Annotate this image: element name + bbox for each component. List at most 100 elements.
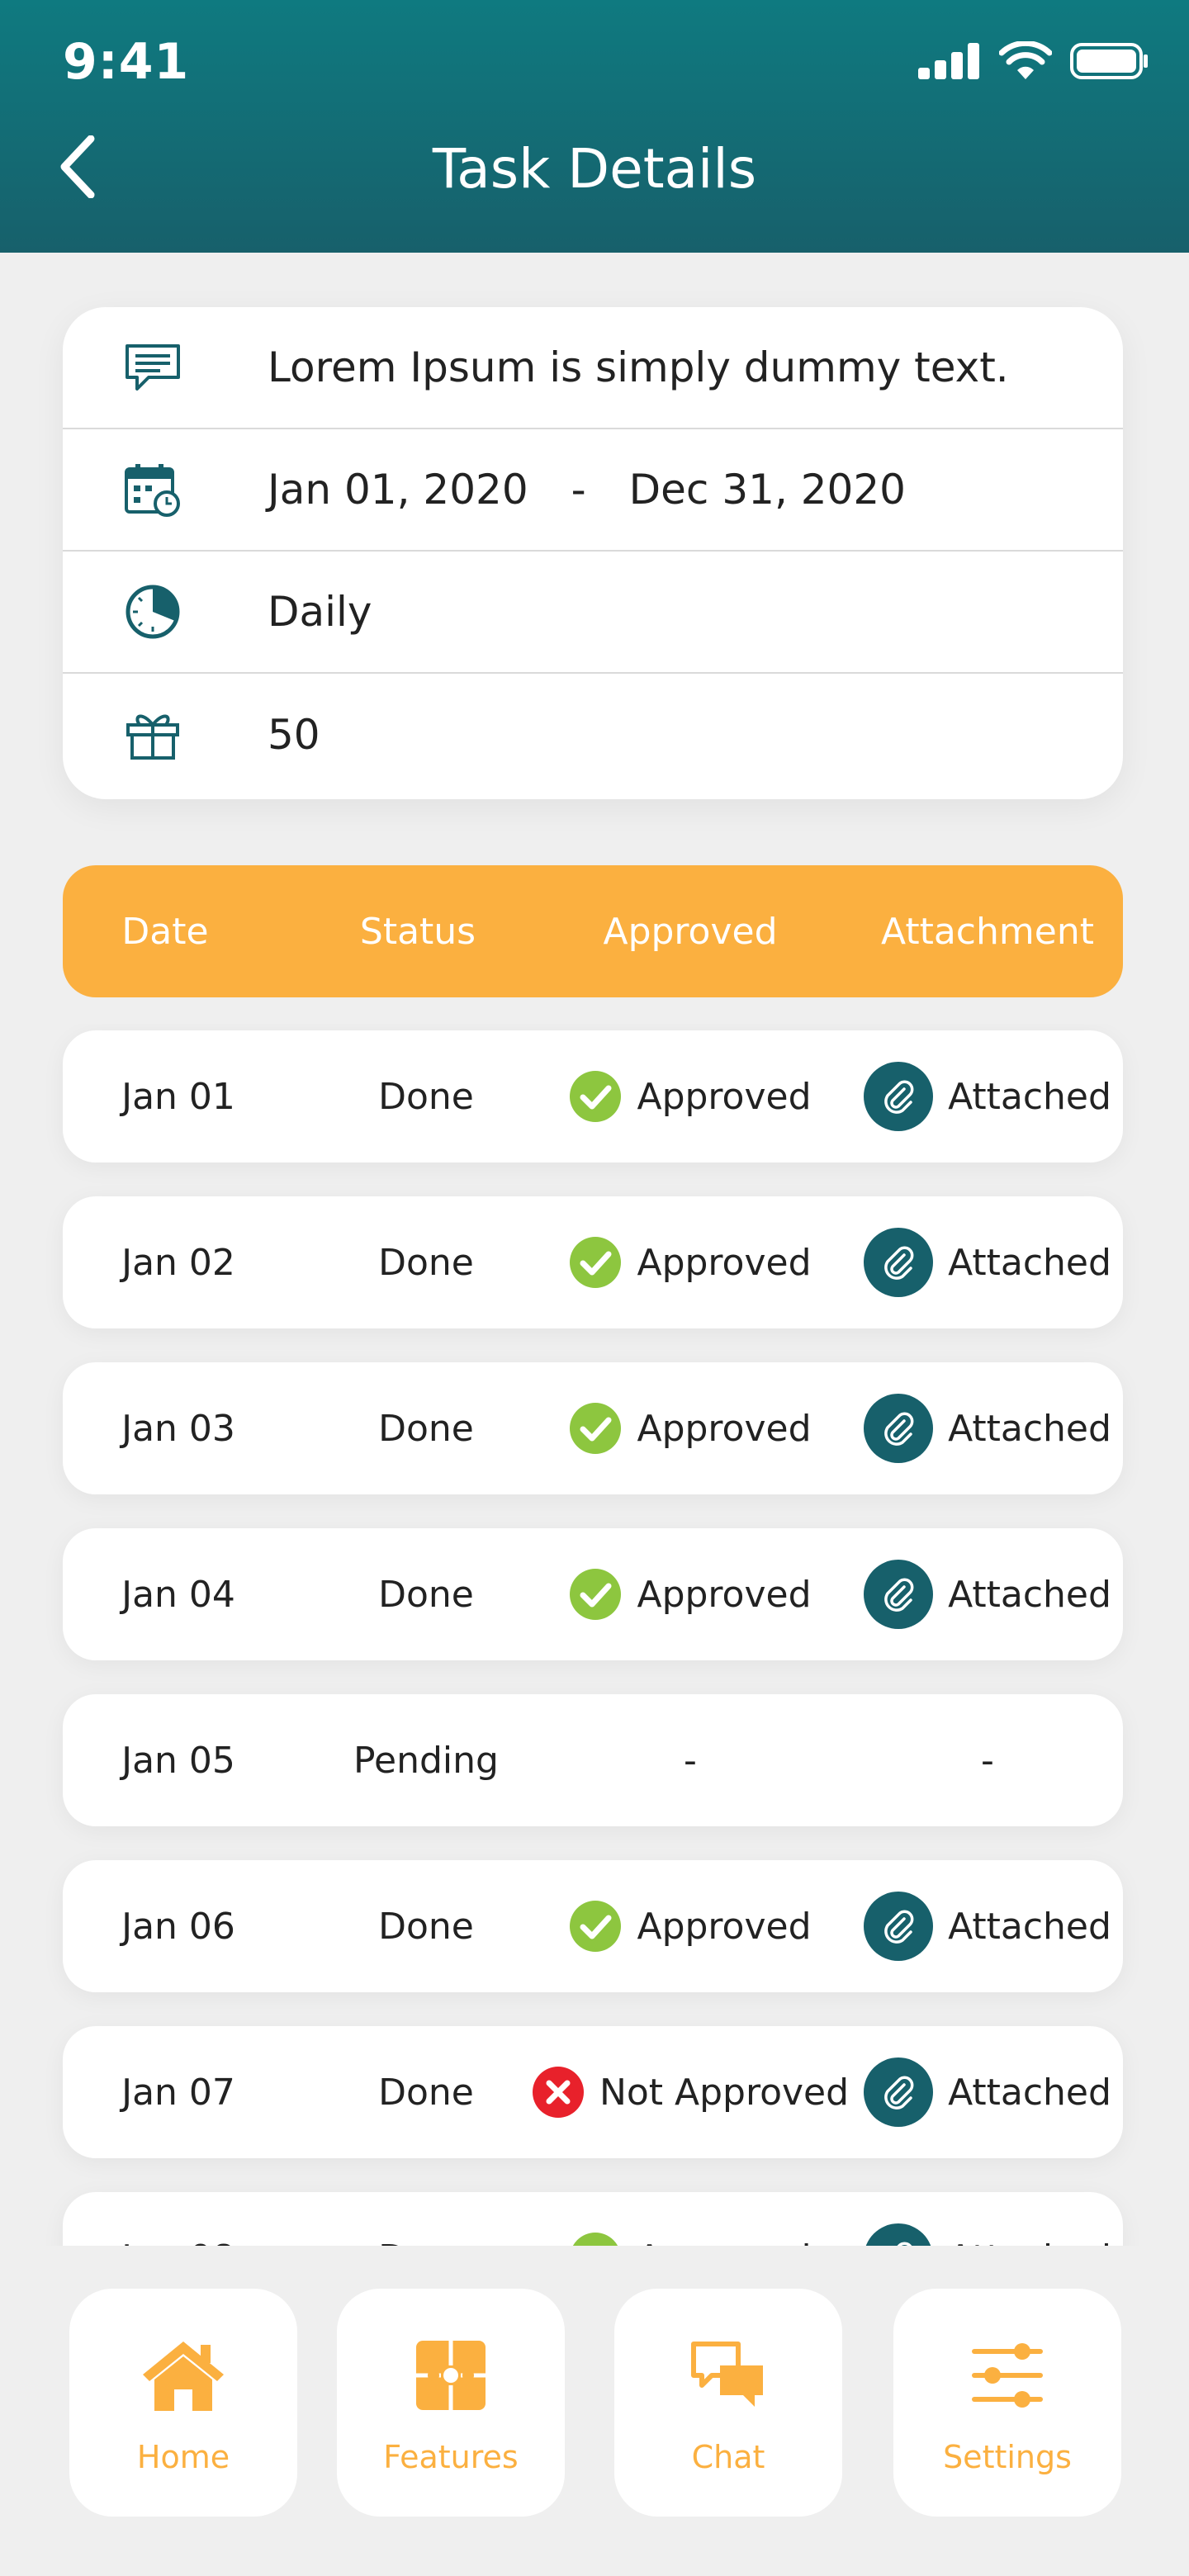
table-row[interactable]: Jan 08DoneApprovedAttached	[63, 2192, 1123, 2246]
header-date: Date	[121, 910, 209, 953]
start-date: Jan 01, 2020	[268, 466, 528, 514]
table-row[interactable]: Jan 06 Done Approved Attached	[63, 1860, 1123, 1992]
attachment-badge[interactable]: Attached	[864, 2223, 1111, 2246]
attachment-text: Attached	[948, 2071, 1111, 2114]
tab-features[interactable]: Features	[337, 2289, 565, 2517]
check-circle-icon	[570, 1237, 622, 1288]
frequency-row: Daily	[63, 552, 1123, 674]
row-date: Jan 01	[121, 1075, 235, 1118]
wifi-icon	[999, 41, 1052, 79]
task-description: Lorem Ipsum is simply dummy text.	[268, 343, 1009, 391]
tab-chat[interactable]: Chat	[614, 2289, 842, 2517]
row-date: Jan 05	[121, 1739, 235, 1782]
row-date: Jan 07	[121, 2071, 235, 2114]
approval-text: Approved	[637, 1573, 812, 1616]
table-row[interactable]: Jan 05 Pending - -	[63, 1694, 1123, 1826]
check-circle-icon	[570, 1403, 622, 1454]
check-circle-icon	[570, 1071, 622, 1122]
row-date: Jan 08	[63, 2192, 294, 2247]
check-circle-icon	[570, 1569, 622, 1620]
approval-text: Approved	[637, 1905, 812, 1948]
attachment-text: -	[981, 1739, 994, 1782]
home-icon	[140, 2330, 227, 2421]
attachment-text: Attached	[948, 2237, 1111, 2247]
approval-badge: Approved	[569, 1402, 812, 1455]
x-circle-icon	[532, 2067, 584, 2118]
row-attachment[interactable]: Attached	[789, 1196, 1186, 1328]
bottom-navigation: Home Features Chat Settings	[0, 2246, 1189, 2576]
task-log-list[interactable]: Jan 01 Done Approved Attached Jan 02 Done Appr…	[0, 1024, 1189, 2246]
header-attachment: Attachment	[881, 910, 1094, 953]
status-icons	[918, 41, 1149, 81]
description-row: Lorem Ipsum is simply dummy text.	[63, 307, 1123, 429]
approval-text: Approved	[637, 1407, 812, 1450]
clock-icon	[63, 584, 268, 640]
row-attachment[interactable]: Attached	[789, 1860, 1186, 1992]
check-circle-icon	[573, 2233, 618, 2246]
calendar-icon	[63, 462, 268, 517]
page-title: Task Details	[432, 137, 757, 201]
table-row[interactable]: Jan 02 Done Approved Attached	[63, 1196, 1123, 1328]
table-header: Date Status Approved Attachment	[63, 865, 1123, 997]
approval-text: Approved	[637, 2237, 811, 2247]
date-separator: -	[571, 466, 586, 514]
task-frequency: Daily	[268, 588, 372, 636]
row-attachment[interactable]: Attached	[789, 1528, 1186, 1660]
date-range-row: Jan 01, 2020- Dec 31, 2020	[63, 429, 1123, 552]
paperclip-icon	[864, 1394, 934, 1463]
app-header: 9:41 Task Details	[0, 0, 1189, 253]
row-attachment[interactable]: Attached	[789, 2192, 1186, 2246]
attachment-badge[interactable]: Attached	[864, 1062, 1111, 1131]
table-row[interactable]: Jan 04 Done Approved Attached	[63, 1528, 1123, 1660]
row-attachment[interactable]: Attached	[789, 1362, 1186, 1494]
approval-text: Approved	[637, 1075, 812, 1118]
end-date: Dec 31, 2020	[628, 466, 906, 514]
tab-home-label: Home	[136, 2439, 230, 2475]
approval-text: -	[684, 1739, 697, 1782]
approval-badge: Approved	[569, 1900, 812, 1953]
attachment-text: Attached	[948, 1241, 1111, 1284]
attachment-badge[interactable]: Attached	[864, 1228, 1111, 1297]
paperclip-icon	[864, 1892, 934, 1961]
attachment-badge[interactable]: Attached	[864, 1892, 1111, 1961]
approval-badge: Approved	[569, 2232, 812, 2247]
gift-icon	[63, 708, 268, 761]
attachment-text: Attached	[948, 1075, 1111, 1118]
task-reward: 50	[268, 711, 320, 759]
tab-home[interactable]: Home	[69, 2289, 297, 2517]
paperclip-icon	[864, 2223, 934, 2246]
tab-settings[interactable]: Settings	[893, 2289, 1121, 2517]
table-row[interactable]: Jan 01 Done Approved Attached	[63, 1030, 1123, 1163]
battery-icon	[1070, 43, 1148, 79]
tab-features-label: Features	[383, 2439, 519, 2475]
sliders-icon	[971, 2330, 1044, 2421]
row-attachment[interactable]: Attached	[789, 1030, 1186, 1163]
approval-text: Approved	[637, 1241, 812, 1284]
tab-chat-label: Chat	[691, 2439, 765, 2475]
message-icon	[63, 343, 268, 392]
reward-row: 50	[63, 674, 1123, 796]
cellular-signal-icon	[918, 43, 979, 79]
paperclip-icon	[864, 1560, 934, 1629]
tab-settings-label: Settings	[943, 2439, 1072, 2475]
task-info-card: Lorem Ipsum is simply dummy text. Jan 01…	[63, 307, 1123, 799]
table-row[interactable]: Jan 07 Done Not Approved Attached	[63, 2026, 1123, 2158]
paperclip-icon	[864, 1062, 934, 1131]
attachment-badge[interactable]: Attached	[864, 1394, 1111, 1463]
row-attachment: -	[789, 1694, 1186, 1826]
row-attachment[interactable]: Attached	[789, 2026, 1186, 2158]
attachment-text: Attached	[948, 1573, 1111, 1616]
check-circle-icon	[570, 1901, 622, 1952]
attachment-text: Attached	[948, 1905, 1111, 1948]
chat-icon	[690, 2330, 766, 2421]
attachment-text: Attached	[948, 1407, 1111, 1450]
row-date: Jan 06	[121, 1905, 235, 1948]
paperclip-icon	[864, 2057, 934, 2127]
attachment-badge[interactable]: Attached	[864, 1560, 1111, 1629]
table-row[interactable]: Jan 03 Done Approved Attached	[63, 1362, 1123, 1494]
paperclip-icon	[864, 1228, 934, 1297]
puzzle-icon	[414, 2330, 487, 2421]
attachment-badge[interactable]: Attached	[864, 2057, 1111, 2127]
approval-badge: Approved	[569, 1070, 812, 1123]
approval-badge: Approved	[569, 1236, 812, 1289]
